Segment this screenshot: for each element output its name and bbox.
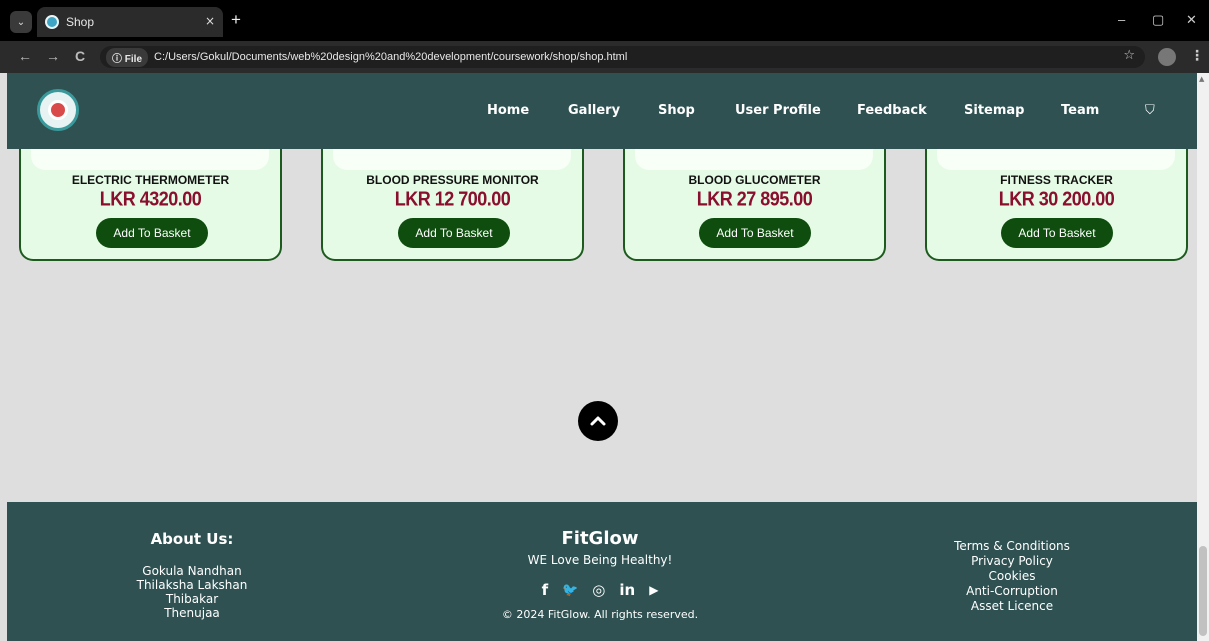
team-member: Thenujaa xyxy=(164,606,220,620)
browser-menu-icon[interactable]: ⋮ xyxy=(1190,48,1204,64)
team-member: Gokula Nandhan xyxy=(142,564,242,578)
instagram-icon[interactable]: ◎ xyxy=(592,581,605,599)
footer-link-cookies[interactable]: Cookies xyxy=(912,569,1112,584)
product-card: ELECTRIC THERMOMETER LKR 4320.00 Add To … xyxy=(19,133,282,261)
social-links: f 🐦 ◎ in ▶ xyxy=(450,581,750,599)
forward-icon[interactable]: → xyxy=(46,48,60,64)
file-label: File xyxy=(124,53,143,65)
browser-tab-shop[interactable]: Shop × xyxy=(37,7,223,37)
nav-team[interactable]: Team xyxy=(1061,103,1099,118)
chevron-down-icon: ⌄ xyxy=(16,16,26,28)
linkedin-icon[interactable]: in xyxy=(619,581,635,599)
browser-tab-bar: ⌄ Shop × + – ▢ ✕ xyxy=(0,0,1209,41)
page-scrollbar[interactable]: ▲ xyxy=(1197,73,1209,641)
new-tab-icon[interactable]: + xyxy=(231,10,241,30)
back-icon[interactable]: ← xyxy=(18,48,32,64)
footer-link-privacy[interactable]: Privacy Policy xyxy=(912,554,1112,569)
about-title: About Us: xyxy=(150,530,234,548)
nav-feedback[interactable]: Feedback xyxy=(857,103,927,118)
product-card: FITNESS TRACKER LKR 30 200.00 Add To Bas… xyxy=(925,133,1188,261)
footer-link-asset-licence[interactable]: Asset Licence xyxy=(912,599,1112,614)
add-to-basket-button[interactable]: Add To Basket xyxy=(699,218,811,248)
site-footer: About Us: Gokula Nandhan Thilaksha Laksh… xyxy=(7,502,1197,641)
profile-avatar[interactable] xyxy=(1158,48,1176,66)
twitter-icon[interactable]: 🐦 xyxy=(562,583,578,598)
browser-address-bar: ← → C ⓘ File C:/Users/Gokul/Documents/we… xyxy=(0,41,1209,73)
copyright-text: © 2024 FitGlow. All rights reserved. xyxy=(501,608,699,621)
tab-title: Shop xyxy=(66,15,95,29)
url-text: C:/Users/Gokul/Documents/web%20design%20… xyxy=(154,51,628,63)
tab-search-button[interactable]: ⌄ xyxy=(10,11,32,33)
product-card: BLOOD GLUCOMETER LKR 27 895.00 Add To Ba… xyxy=(623,133,886,261)
add-to-basket-button[interactable]: Add To Basket xyxy=(1001,218,1113,248)
product-name: ELECTRIC THERMOMETER xyxy=(71,173,230,187)
product-name: BLOOD GLUCOMETER xyxy=(688,173,821,187)
back-to-top-button[interactable] xyxy=(578,401,618,441)
product-price: LKR 4320.00 xyxy=(99,187,202,211)
nav-gallery[interactable]: Gallery xyxy=(568,103,620,118)
facebook-icon[interactable]: f xyxy=(542,581,549,599)
site-info-chip[interactable]: ⓘ File xyxy=(106,47,149,67)
product-name: FITNESS TRACKER xyxy=(1000,173,1113,187)
fitglow-logo[interactable] xyxy=(37,89,79,131)
site-navbar: Home Gallery Shop User Profile Feedback … xyxy=(7,73,1197,149)
product-price: LKR 12 700.00 xyxy=(394,187,511,211)
close-window-icon[interactable]: ✕ xyxy=(1186,12,1197,28)
team-member: Thibakar xyxy=(165,592,219,606)
footer-link-anti-corruption[interactable]: Anti-Corruption xyxy=(912,584,1112,599)
nav-home[interactable]: Home xyxy=(487,103,529,118)
footer-brand-name: FitGlow xyxy=(561,528,639,549)
footer-links: Terms & Conditions Privacy Policy Cookie… xyxy=(912,539,1112,614)
restore-icon[interactable]: ▢ xyxy=(1152,12,1164,28)
nav-user-profile[interactable]: User Profile xyxy=(735,103,821,118)
url-bar[interactable]: ⓘ File C:/Users/Gokul/Documents/web%20de… xyxy=(100,46,1145,68)
product-price: LKR 30 200.00 xyxy=(998,187,1115,211)
heart-logo-icon xyxy=(48,100,68,120)
page-viewport: Home Gallery Shop User Profile Feedback … xyxy=(7,73,1197,641)
nav-shop[interactable]: Shop xyxy=(658,103,695,118)
youtube-icon[interactable]: ▶ xyxy=(649,583,658,597)
chevron-up-icon xyxy=(590,416,606,426)
basket-icon[interactable]: ⛉ xyxy=(1145,103,1155,118)
footer-tagline: WE Love Being Healthy! xyxy=(527,553,673,567)
favicon-icon xyxy=(45,15,59,29)
add-to-basket-button[interactable]: Add To Basket xyxy=(398,218,510,248)
product-card: BLOOD PRESSURE MONITOR LKR 12 700.00 Add… xyxy=(321,133,584,261)
product-price: LKR 27 895.00 xyxy=(696,187,813,211)
footer-about: About Us: Gokula Nandhan Thilaksha Laksh… xyxy=(117,530,267,620)
nav-sitemap[interactable]: Sitemap xyxy=(964,103,1024,118)
scroll-up-icon[interactable]: ▲ xyxy=(1199,75,1204,83)
scrollbar-thumb[interactable] xyxy=(1199,546,1207,636)
product-name: BLOOD PRESSURE MONITOR xyxy=(366,173,539,187)
footer-brand: FitGlow WE Love Being Healthy! f 🐦 ◎ in … xyxy=(450,528,750,621)
minimize-icon[interactable]: – xyxy=(1118,12,1125,27)
footer-link-terms[interactable]: Terms & Conditions xyxy=(912,539,1112,554)
add-to-basket-button[interactable]: Add To Basket xyxy=(96,218,208,248)
team-member: Thilaksha Lakshan xyxy=(136,578,248,592)
tab-close-icon[interactable]: × xyxy=(205,14,215,28)
bookmark-star-icon[interactable]: ☆ xyxy=(1123,48,1135,63)
reload-icon[interactable]: C xyxy=(75,48,85,64)
